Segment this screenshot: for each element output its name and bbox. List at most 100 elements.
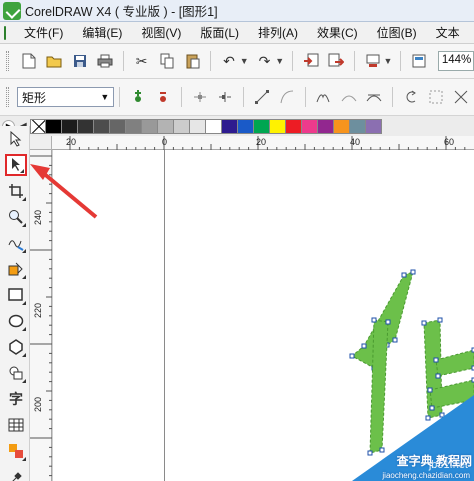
print-icon[interactable] <box>95 51 114 71</box>
pick-tool-icon[interactable] <box>5 128 27 150</box>
menu-bitmaps[interactable]: 位图(B) <box>377 24 417 41</box>
copy-icon[interactable] <box>157 51 176 71</box>
path-node[interactable] <box>349 353 355 359</box>
path-node[interactable] <box>435 373 441 379</box>
undo-icon[interactable]: ↶ <box>219 51 238 71</box>
toolbar-grip[interactable] <box>6 87 9 107</box>
no-fill-swatch[interactable] <box>29 118 46 134</box>
color-swatch[interactable] <box>93 118 110 134</box>
menu-arrange[interactable]: 排列(A) <box>258 24 298 41</box>
toolbar-grip[interactable] <box>6 51 9 71</box>
launcher-dropdown-icon[interactable]: ▼ <box>384 56 393 66</box>
path-node[interactable] <box>433 357 439 363</box>
color-swatch[interactable] <box>333 118 350 134</box>
basic-shapes-tool-icon[interactable] <box>5 362 27 384</box>
extend-curve-icon[interactable] <box>426 87 445 107</box>
drawing-canvas[interactable]: jb51.net <box>52 150 474 481</box>
zoom-level-field[interactable]: 144% <box>437 51 474 71</box>
color-swatch[interactable] <box>77 118 94 134</box>
cut-icon[interactable]: ✂ <box>132 51 151 71</box>
color-swatch[interactable] <box>365 118 382 134</box>
zoom-tool-icon[interactable] <box>5 206 27 228</box>
freehand-tool-icon[interactable] <box>5 232 27 254</box>
path-node[interactable] <box>379 447 385 453</box>
ruler-origin[interactable] <box>30 136 52 150</box>
menu-effects[interactable]: 效果(C) <box>317 24 358 41</box>
glyph-stroke[interactable] <box>435 349 474 377</box>
eyedropper-tool-icon[interactable] <box>5 466 27 481</box>
color-swatch[interactable] <box>45 118 62 134</box>
smart-fill-tool-icon[interactable] <box>5 258 27 280</box>
color-swatch[interactable] <box>61 118 78 134</box>
welcome-screen-icon[interactable] <box>409 51 428 71</box>
color-swatch[interactable] <box>125 118 142 134</box>
cusp-node-icon[interactable] <box>314 87 333 107</box>
path-node[interactable] <box>425 415 431 421</box>
menu-file[interactable]: 文件(F) <box>24 24 63 41</box>
menu-edit[interactable]: 编辑(E) <box>82 24 122 41</box>
smooth-node-icon[interactable] <box>339 87 358 107</box>
text-tool-icon[interactable]: 字 <box>5 388 27 410</box>
stretch-node-icon[interactable] <box>452 87 471 107</box>
color-swatch[interactable] <box>157 118 174 134</box>
symmetric-node-icon[interactable] <box>364 87 383 107</box>
vertical-ruler[interactable]: 240 220 200 <box>30 150 52 481</box>
color-swatch[interactable] <box>189 118 206 134</box>
crop-tool-icon[interactable] <box>5 180 27 202</box>
color-swatch[interactable] <box>269 118 286 134</box>
export-icon[interactable] <box>327 51 346 71</box>
delete-node-icon[interactable] <box>154 87 173 107</box>
reverse-direction-icon[interactable] <box>401 87 420 107</box>
color-swatch[interactable] <box>285 118 302 134</box>
shape-tool-icon[interactable] <box>5 154 27 176</box>
document-icon[interactable] <box>4 25 6 40</box>
menu-layout[interactable]: 版面(L) <box>200 24 239 41</box>
save-icon[interactable] <box>70 51 89 71</box>
color-swatch[interactable] <box>173 118 190 134</box>
menu-text[interactable]: 文本 <box>436 24 460 41</box>
add-node-icon[interactable] <box>128 87 147 107</box>
color-swatch[interactable] <box>221 118 238 134</box>
path-node[interactable] <box>401 272 407 278</box>
redo-icon[interactable]: ↷ <box>255 51 274 71</box>
color-swatch[interactable] <box>109 118 126 134</box>
color-swatch[interactable] <box>317 118 334 134</box>
color-swatch[interactable] <box>301 118 318 134</box>
path-node[interactable] <box>367 450 373 456</box>
undo-dropdown-icon[interactable]: ▼ <box>240 56 249 66</box>
paste-icon[interactable] <box>183 51 202 71</box>
path-node[interactable] <box>427 387 433 393</box>
color-swatch[interactable] <box>141 118 158 134</box>
path-node[interactable] <box>429 405 435 411</box>
redo-dropdown-icon[interactable]: ▼ <box>275 56 284 66</box>
color-swatch[interactable] <box>349 118 366 134</box>
path-node[interactable] <box>361 343 367 349</box>
color-swatch[interactable] <box>253 118 270 134</box>
ellipse-tool-icon[interactable] <box>5 310 27 332</box>
path-node[interactable] <box>410 269 416 275</box>
curve-to-line-icon[interactable] <box>252 87 271 107</box>
blend-tool-icon[interactable] <box>5 440 27 462</box>
path-node[interactable] <box>421 320 427 326</box>
new-document-icon[interactable] <box>19 51 38 71</box>
path-node[interactable] <box>437 317 443 323</box>
path-node[interactable] <box>439 412 445 418</box>
application-launcher-icon[interactable] <box>363 51 382 71</box>
color-swatch[interactable] <box>205 118 222 134</box>
object-type-select[interactable]: 矩形 ▼ <box>16 87 115 107</box>
line-to-curve-icon[interactable] <box>277 87 296 107</box>
polygon-tool-icon[interactable] <box>5 336 27 358</box>
color-swatch[interactable] <box>237 118 254 134</box>
table-tool-icon[interactable] <box>5 414 27 436</box>
artwork[interactable] <box>52 150 474 481</box>
import-icon[interactable] <box>301 51 320 71</box>
path-node[interactable] <box>385 319 391 325</box>
menu-view[interactable]: 视图(V) <box>141 24 181 41</box>
horizontal-ruler[interactable]: 20 0 20 40 60 <box>52 136 474 150</box>
open-folder-icon[interactable] <box>44 51 63 71</box>
path-node[interactable] <box>392 337 398 343</box>
join-nodes-icon[interactable] <box>190 87 209 107</box>
rectangle-tool-icon[interactable] <box>5 284 27 306</box>
path-node[interactable] <box>371 317 377 323</box>
break-curve-icon[interactable] <box>215 87 234 107</box>
